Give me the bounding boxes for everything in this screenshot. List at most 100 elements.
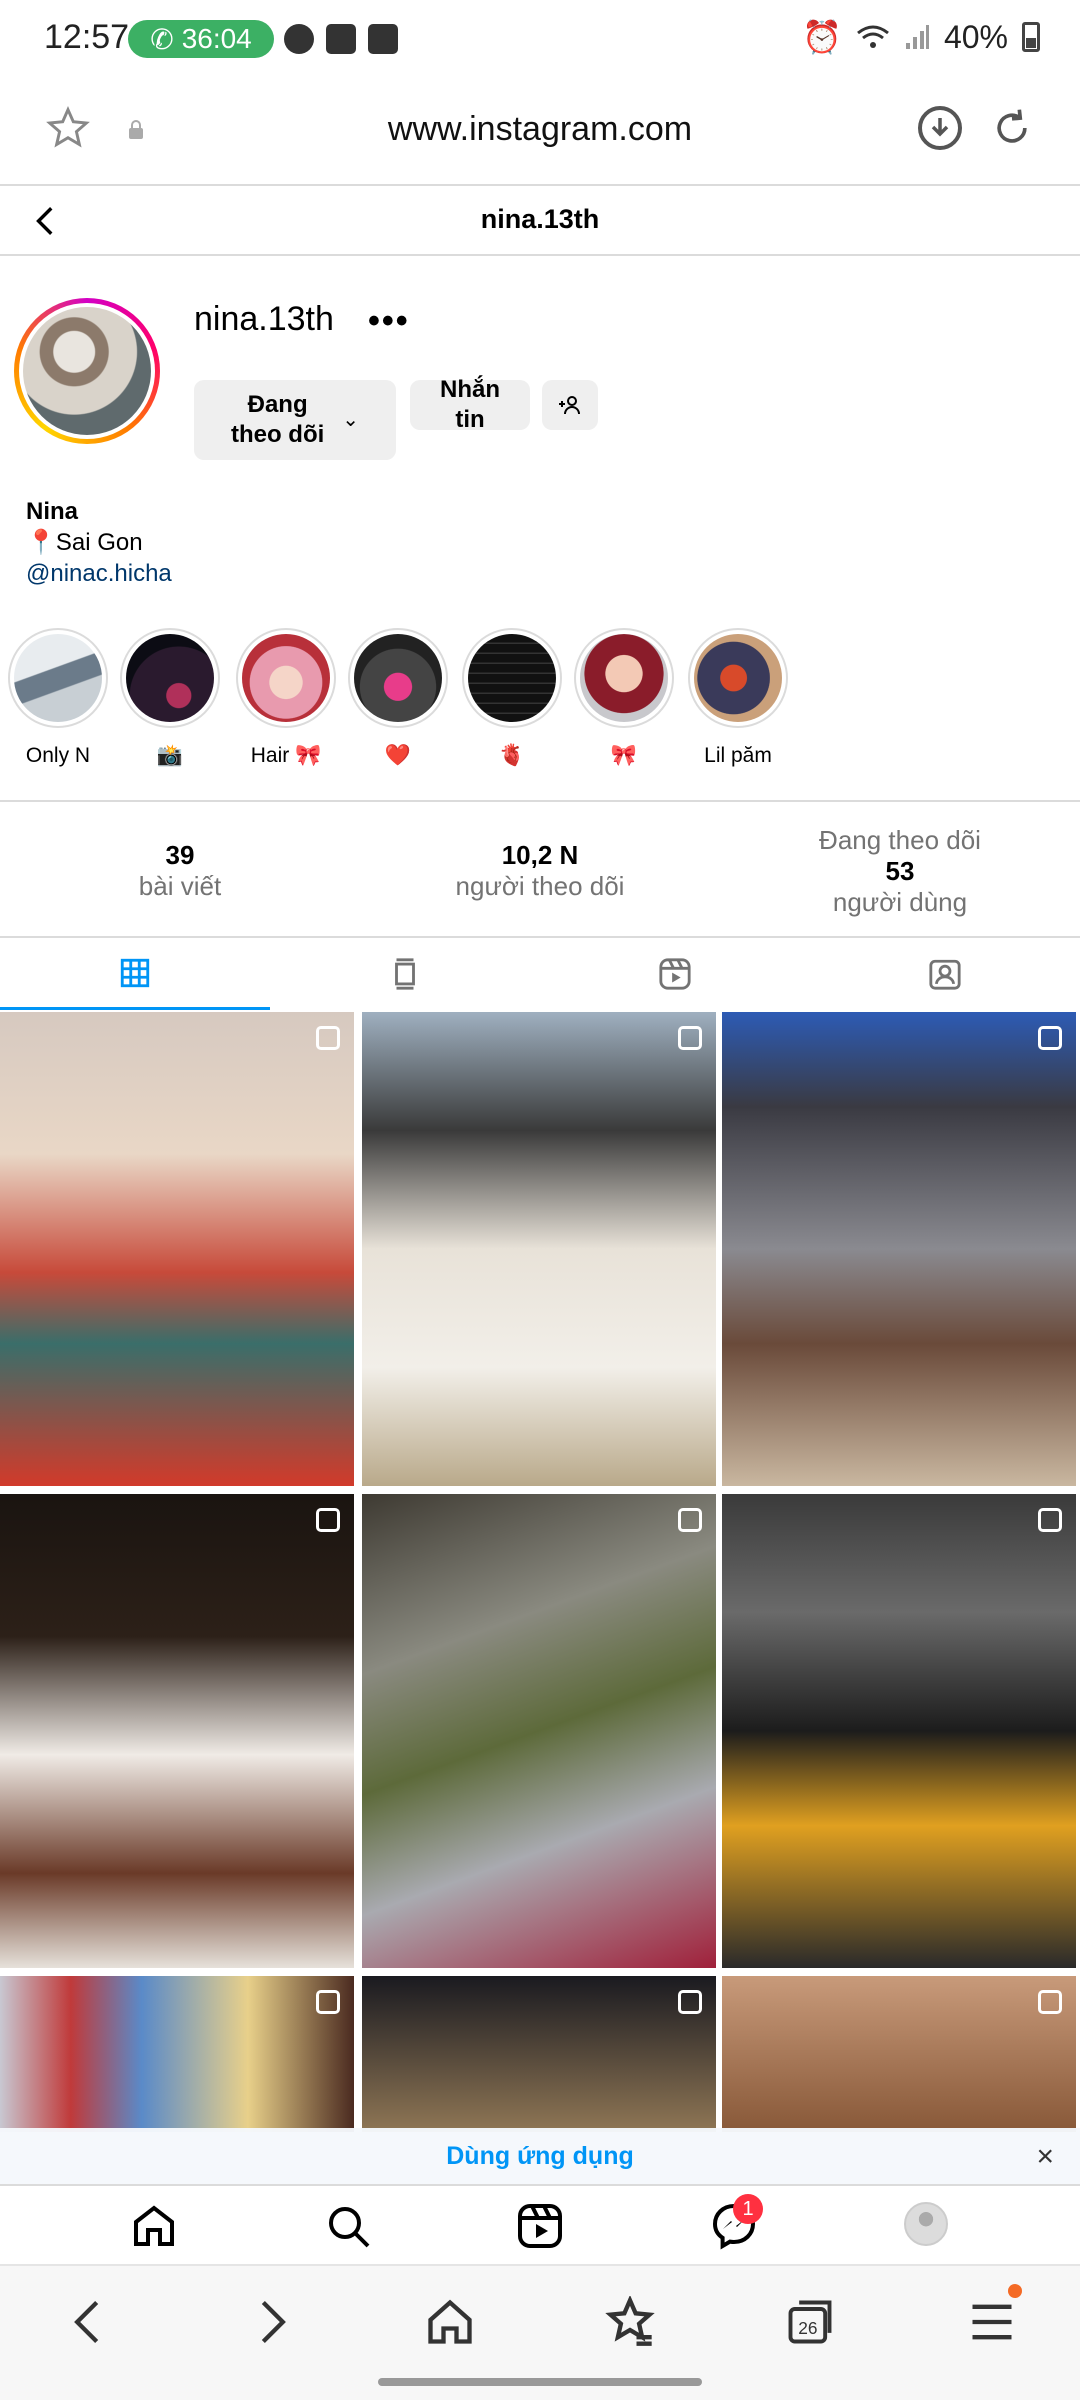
- carousel-icon: [1038, 1508, 1062, 1532]
- gallery-icon: [326, 24, 356, 54]
- carousel-icon: [678, 1026, 702, 1050]
- browser-home-icon[interactable]: [424, 2296, 476, 2348]
- download-icon[interactable]: [918, 106, 962, 150]
- followers-count-number: 10,2 N: [501, 840, 579, 870]
- signal-icon: [905, 25, 929, 49]
- status-time: 12:57: [44, 18, 130, 56]
- feed-icon: [395, 958, 415, 990]
- header-title: nina.13th: [480, 204, 600, 234]
- following-count-label: người dùng: [832, 886, 968, 917]
- following-count[interactable]: Đang theo dõi 53 người dùng: [720, 802, 1080, 940]
- highlight-item[interactable]: 🫀: [462, 628, 562, 768]
- reels-nav-icon[interactable]: [516, 2202, 564, 2250]
- grid-post[interactable]: [722, 1012, 1076, 1486]
- search-icon[interactable]: [324, 2202, 372, 2250]
- tab-tagged[interactable]: [810, 938, 1080, 1010]
- grid-post[interactable]: [722, 1494, 1076, 1968]
- followers-count[interactable]: 10,2 N người theo dõi: [360, 802, 720, 940]
- forward-icon[interactable]: [246, 2296, 298, 2348]
- grid-post[interactable]: [0, 1012, 354, 1486]
- highlight-item[interactable]: 🎀: [574, 628, 674, 768]
- grid-post[interactable]: [362, 1012, 716, 1486]
- highlight-cover: [126, 634, 214, 722]
- notification-dot: [1008, 2284, 1022, 2298]
- highlight-label: 📸: [156, 744, 184, 767]
- grid-post[interactable]: [0, 1976, 354, 2132]
- suggested-users-button[interactable]: [542, 380, 598, 430]
- battery-percent: 40%: [943, 18, 1008, 55]
- phone-icon: ✆: [150, 23, 174, 55]
- highlight-cover: [14, 634, 102, 722]
- tagged-icon: [929, 959, 961, 990]
- menu-icon[interactable]: [966, 2296, 1018, 2348]
- posts-grid: [0, 1012, 1080, 2132]
- tabs-icon[interactable]: 26: [784, 2296, 836, 2348]
- call-timer: 36:04: [181, 23, 252, 54]
- carousel-icon: [316, 1508, 340, 1532]
- highlight-item[interactable]: Hair 🎀: [236, 628, 336, 768]
- folder-icon: [368, 24, 398, 54]
- posts-count-label: bài viết: [138, 871, 222, 901]
- bio-name: Nina: [26, 498, 79, 525]
- highlight-item[interactable]: ❤️: [348, 628, 448, 768]
- followers-count-label: người theo dõi: [455, 871, 625, 901]
- pin-icon: 📍: [26, 529, 56, 556]
- profile-username: nina.13th: [194, 300, 334, 338]
- highlight-item[interactable]: 📸: [120, 628, 220, 768]
- following-count-number: 53: [885, 855, 915, 886]
- ongoing-call-chip[interactable]: ✆ 36:04: [128, 20, 274, 58]
- gesture-home-indicator[interactable]: [378, 2378, 702, 2386]
- add-person-icon: [559, 396, 580, 415]
- carousel-icon: [1038, 1990, 1062, 2014]
- battery-icon: [1022, 22, 1040, 52]
- svg-text:26: 26: [798, 2318, 817, 2338]
- open-app-label[interactable]: Dùng ứng dụng: [446, 2142, 634, 2171]
- open-app-banner[interactable]: Dùng ứng dụng ×: [0, 2128, 1080, 2184]
- more-options-icon[interactable]: •••: [368, 302, 410, 341]
- bio-link[interactable]: @ninac.hicha: [26, 560, 172, 588]
- account-icon: [284, 24, 314, 54]
- notification-icons: [284, 24, 398, 54]
- highlight-cover: [580, 634, 668, 722]
- alarm-icon: ⏰: [802, 19, 842, 55]
- grid-post[interactable]: [0, 1494, 354, 1968]
- highlight-cover: [694, 634, 782, 722]
- profile-tabs: [0, 938, 1080, 1010]
- grid-icon: [120, 958, 150, 987]
- carousel-icon: [678, 1508, 702, 1532]
- carousel-icon: [678, 1990, 702, 2014]
- bookmarks-icon[interactable]: [604, 2296, 656, 2348]
- home-icon[interactable]: [130, 2202, 178, 2250]
- reels-icon: [659, 958, 691, 990]
- tab-posts[interactable]: [0, 938, 270, 1010]
- grid-post[interactable]: [362, 1494, 716, 1968]
- highlight-item[interactable]: Lil păm: [688, 628, 788, 768]
- following-button[interactable]: Đang theo dõi ⌄: [194, 380, 396, 460]
- avatar[interactable]: [14, 298, 160, 444]
- highlight-label: 🎀: [610, 744, 638, 767]
- close-icon[interactable]: ×: [1036, 2140, 1054, 2174]
- instagram-bottom-nav: [0, 2184, 1080, 2264]
- tab-feed[interactable]: [270, 938, 540, 1010]
- message-button[interactable]: Nhắn tin: [410, 376, 530, 433]
- grid-post[interactable]: [362, 1976, 716, 2132]
- following-button-label: Đang theo dõi: [230, 391, 325, 448]
- highlight-cover: [354, 634, 442, 722]
- grid-post[interactable]: [722, 1976, 1076, 2132]
- profile-stats: 39 bài viết 10,2 N người theo dõi Đang t…: [0, 800, 1080, 938]
- back-icon[interactable]: [62, 2296, 114, 2348]
- wifi-icon: [857, 25, 889, 48]
- profile-avatar-icon[interactable]: [904, 2202, 948, 2246]
- system-icons: ⏰ 40%: [802, 18, 1040, 56]
- bio-location-text: Sai Gon: [55, 529, 143, 556]
- highlight-item[interactable]: Only N: [8, 628, 108, 768]
- posts-count[interactable]: 39 bài viết: [0, 802, 360, 940]
- bio-location: 📍Sai Gon: [26, 528, 143, 557]
- reload-icon[interactable]: [990, 106, 1034, 150]
- status-bar: 12:57 ✆ 36:04 ⏰ 40%: [0, 0, 1080, 80]
- avatar-image: [23, 307, 151, 435]
- message-button-label: Nhắn tin: [440, 376, 500, 433]
- highlight-label: 🫀: [498, 744, 526, 767]
- carousel-icon: [316, 1026, 340, 1050]
- tab-reels[interactable]: [540, 938, 810, 1010]
